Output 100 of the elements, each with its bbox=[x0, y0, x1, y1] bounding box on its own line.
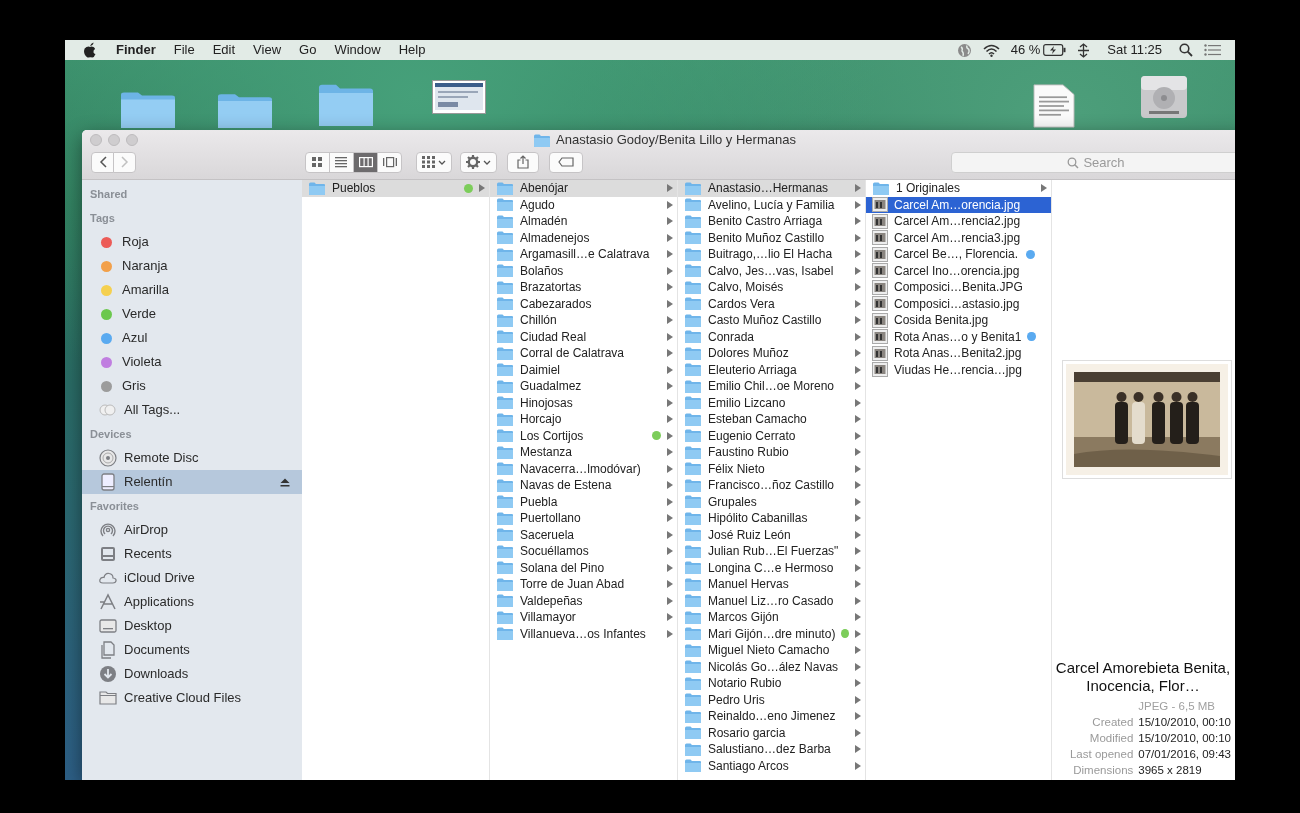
file-row[interactable]: Benito Castro Arriaga bbox=[678, 213, 865, 230]
file-row[interactable]: Esteban Camacho bbox=[678, 411, 865, 428]
file-row[interactable]: Calvo, Jes…vas, Isabel bbox=[678, 262, 865, 279]
sidebar-item[interactable]: Documents bbox=[82, 638, 302, 662]
back-button[interactable] bbox=[91, 151, 114, 173]
file-row[interactable]: Dolores Muñoz bbox=[678, 345, 865, 362]
file-row[interactable]: Villamayor bbox=[490, 609, 677, 626]
file-row[interactable]: Carcel Ino…orencia.jpg bbox=[866, 262, 1051, 279]
menu-item[interactable]: Go bbox=[290, 40, 326, 60]
file-row[interactable]: Rota Anas…Benita2.jpg bbox=[866, 345, 1051, 362]
search-field[interactable]: Search bbox=[951, 151, 1235, 173]
sidebar-item[interactable]: Violeta bbox=[82, 350, 302, 374]
app-menu[interactable]: Finder bbox=[107, 40, 165, 60]
file-row[interactable]: Cardos Vera bbox=[678, 295, 865, 312]
sidebar-item[interactable]: iCloud Drive bbox=[82, 566, 302, 590]
file-row[interactable]: Notario Rubio bbox=[678, 675, 865, 692]
file-row[interactable]: Marcos Gijón bbox=[678, 609, 865, 626]
sidebar-item[interactable]: Remote Disc bbox=[82, 446, 302, 470]
file-row[interactable]: Composici…astasio.jpg bbox=[866, 295, 1051, 312]
sidebar-item[interactable]: Verde bbox=[82, 302, 302, 326]
file-row[interactable]: Buitrago,…lio El Hacha bbox=[678, 246, 865, 263]
file-row[interactable]: Puertollano bbox=[490, 510, 677, 527]
file-row[interactable]: Almadenejos bbox=[490, 229, 677, 246]
file-row[interactable]: Agudo bbox=[490, 196, 677, 213]
arrows-icon[interactable] bbox=[1077, 42, 1091, 58]
menu-item[interactable]: View bbox=[244, 40, 291, 60]
file-row[interactable]: Daimiel bbox=[490, 361, 677, 378]
file-row[interactable]: Calvo, Moisés bbox=[678, 279, 865, 296]
tag-button[interactable] bbox=[549, 151, 583, 173]
file-row[interactable]: Santiago Arcos bbox=[678, 757, 865, 774]
menu-item[interactable]: File bbox=[164, 40, 204, 60]
sidebar-item[interactable]: Applications bbox=[82, 590, 302, 614]
file-row[interactable]: Rosario garcia bbox=[678, 724, 865, 741]
file-row[interactable]: Francisco…ñoz Castillo bbox=[678, 477, 865, 494]
file-row[interactable]: Conrada bbox=[678, 328, 865, 345]
file-row[interactable]: Cabezarados bbox=[490, 295, 677, 312]
search-icon[interactable] bbox=[1179, 43, 1193, 57]
file-row[interactable]: Socuéllamos bbox=[490, 543, 677, 560]
file-row[interactable]: Grupales bbox=[678, 493, 865, 510]
menu-item[interactable]: Edit bbox=[203, 40, 245, 60]
file-row[interactable]: Avelino, Lucía y Familia bbox=[678, 196, 865, 213]
file-row[interactable]: Rota Anas…o y Benita1 bbox=[866, 328, 1051, 345]
file-row[interactable]: José Ruiz León bbox=[678, 526, 865, 543]
menu-item[interactable]: Window bbox=[325, 40, 390, 60]
file-row[interactable]: Hipólito Cabanillas bbox=[678, 510, 865, 527]
file-row[interactable]: Corral de Calatrava bbox=[490, 345, 677, 362]
file-row[interactable]: Emilio Chil…oe Moreno bbox=[678, 378, 865, 395]
list-icon[interactable] bbox=[1204, 44, 1221, 56]
sidebar-item[interactable]: Naranja bbox=[82, 254, 302, 278]
file-row[interactable]: Solana del Pino bbox=[490, 559, 677, 576]
folder-icon[interactable] bbox=[217, 92, 273, 128]
view-mode-button[interactable] bbox=[353, 151, 378, 173]
file-row[interactable]: Composici…Benita.JPG bbox=[866, 279, 1051, 296]
file-row[interactable]: Viudas He…rencia…jpg bbox=[866, 361, 1051, 378]
file-row[interactable]: 1 Originales bbox=[866, 180, 1051, 197]
file-row[interactable]: Mestanza bbox=[490, 444, 677, 461]
sidebar-item[interactable]: Downloads bbox=[82, 662, 302, 686]
wifi-icon[interactable] bbox=[982, 43, 1000, 57]
file-row[interactable]: Mari Gijón…dre minuto) bbox=[678, 625, 865, 642]
folder-icon[interactable] bbox=[120, 90, 176, 128]
file-row[interactable]: Torre de Juan Abad bbox=[490, 576, 677, 593]
file-row[interactable]: Almadén bbox=[490, 213, 677, 230]
file-row[interactable]: Carcel Be…, Florencia. bbox=[866, 246, 1051, 263]
file-row[interactable]: Bolaños bbox=[490, 262, 677, 279]
file-row[interactable]: Saceruela bbox=[490, 526, 677, 543]
eject-icon[interactable] bbox=[280, 477, 290, 487]
file-row[interactable]: Pueblos bbox=[302, 180, 489, 197]
sidebar-item[interactable]: Roja bbox=[82, 230, 302, 254]
sidebar-item[interactable]: Creative Cloud Files bbox=[82, 686, 302, 710]
globe-icon[interactable] bbox=[956, 42, 972, 58]
file-row[interactable]: Anastasio…Hermanas bbox=[678, 180, 865, 197]
file-row[interactable]: Casto Muñoz Castillo bbox=[678, 312, 865, 329]
file-row[interactable]: Nicolás Go…ález Navas bbox=[678, 658, 865, 675]
sidebar-item[interactable]: Desktop bbox=[82, 614, 302, 638]
sidebar-item[interactable]: Gris bbox=[82, 374, 302, 398]
file-row[interactable]: Ciudad Real bbox=[490, 328, 677, 345]
sidebar-item[interactable]: Recents bbox=[82, 542, 302, 566]
file-row[interactable]: Faustino Rubio bbox=[678, 444, 865, 461]
file-row[interactable]: Manuel Liz…ro Casado bbox=[678, 592, 865, 609]
file-row[interactable]: Guadalmez bbox=[490, 378, 677, 395]
apple-logo-icon[interactable] bbox=[83, 42, 97, 58]
file-row[interactable]: Hinojosas bbox=[490, 394, 677, 411]
file-row[interactable]: Manuel Hervas bbox=[678, 576, 865, 593]
file-row[interactable]: Villanueva…os Infantes bbox=[490, 625, 677, 642]
sidebar-item[interactable]: Azul bbox=[82, 326, 302, 350]
battery-charging-icon[interactable] bbox=[1043, 44, 1067, 56]
file-row[interactable]: Julian Rub…El Fuerzas" bbox=[678, 543, 865, 560]
file-row[interactable]: Eleuterio Arriaga bbox=[678, 361, 865, 378]
file-row[interactable]: Chillón bbox=[490, 312, 677, 329]
file-row[interactable]: Navacerra…lmodóvar) bbox=[490, 460, 677, 477]
view-mode-button[interactable] bbox=[305, 151, 330, 173]
sidebar-item[interactable]: AirDrop bbox=[82, 518, 302, 542]
file-row[interactable]: Benito Muñoz Castillo bbox=[678, 229, 865, 246]
file-row[interactable]: Argamasill…e Calatrava bbox=[490, 246, 677, 263]
file-row[interactable]: Los Cortijos bbox=[490, 427, 677, 444]
folder-icon[interactable] bbox=[318, 82, 374, 126]
file-row[interactable]: Horcajo bbox=[490, 411, 677, 428]
file-row[interactable]: Puebla bbox=[490, 493, 677, 510]
file-row[interactable]: Cosida Benita.jpg bbox=[866, 312, 1051, 329]
share-button[interactable] bbox=[507, 151, 539, 173]
